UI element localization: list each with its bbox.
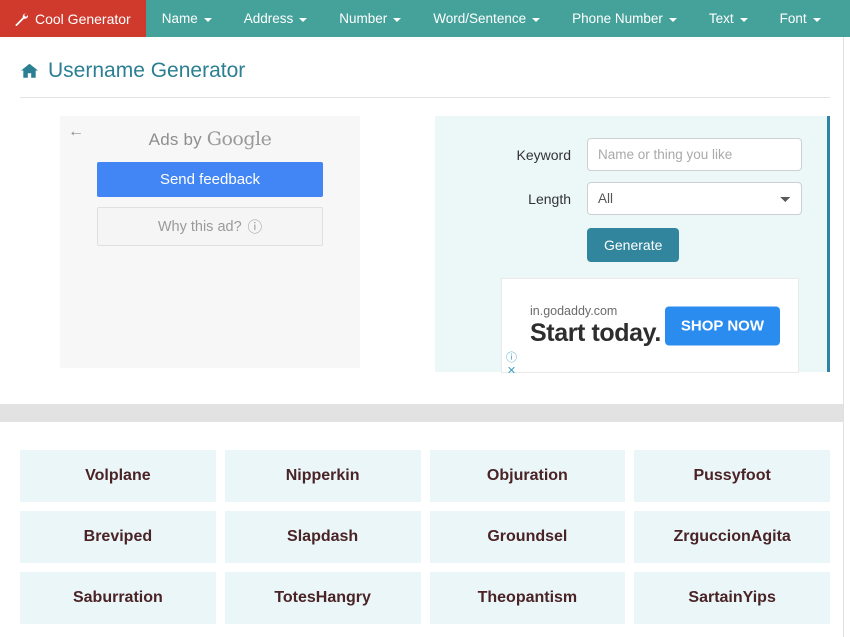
godaddy-ad-text: in.godaddy.com Start today. (502, 304, 661, 348)
section-divider-band (0, 404, 850, 422)
nav-item-text[interactable]: Text (693, 0, 764, 37)
brand-label: Cool Generator (35, 11, 131, 27)
godaddy-ad-controls: ⓘ ✕ (506, 352, 517, 377)
generate-button-row: Generate (457, 228, 805, 262)
result-item[interactable]: Slapdash (225, 511, 421, 563)
length-label: Length (457, 191, 587, 207)
nav-item-label: Phone Number (572, 11, 663, 26)
chevron-down-icon (204, 18, 212, 22)
google-ad-panel: ← Ads by Google Send feedback Why this a… (60, 116, 360, 368)
keyword-input[interactable] (587, 138, 802, 171)
page-title: Username Generator (20, 59, 830, 97)
page-title-text: Username Generator (48, 59, 245, 83)
nav-item-label: Font (780, 11, 807, 26)
result-item[interactable]: Groundsel (430, 511, 626, 563)
nav-item-label: Address (244, 11, 294, 26)
length-form-group: Length All (457, 182, 805, 215)
content-row: ← Ads by Google Send feedback Why this a… (0, 98, 850, 372)
godaddy-ad-headline: Start today. (530, 319, 661, 348)
chevron-down-icon (393, 18, 401, 22)
why-this-ad-label: Why this ad? (158, 219, 242, 235)
ads-by-google-label: Ads by Google (60, 116, 360, 150)
wrench-icon (14, 12, 28, 26)
result-item[interactable]: Volplane (20, 450, 216, 502)
result-item[interactable]: ZrguccionAgita (634, 511, 830, 563)
nav-item-name[interactable]: Name (146, 0, 228, 37)
send-feedback-button[interactable]: Send feedback (97, 162, 323, 197)
keyword-label: Keyword (457, 147, 587, 163)
nav-item-label: Text (709, 11, 734, 26)
nav-item-label: Number (339, 11, 387, 26)
result-item[interactable]: TotesHangry (225, 572, 421, 624)
generator-form-panel: Keyword Length All Generate in.godaddy.c… (435, 116, 830, 372)
shop-now-button[interactable]: SHOP NOW (665, 306, 780, 345)
ad-close-icon[interactable]: ✕ (507, 365, 516, 377)
form-spacer (457, 228, 587, 262)
why-this-ad-button[interactable]: Why this ad? ⓘ (97, 207, 323, 246)
result-item[interactable]: Breviped (20, 511, 216, 563)
result-item[interactable]: Theopantism (430, 572, 626, 624)
ad-back-arrow-icon[interactable]: ← (68, 124, 84, 140)
main-navbar: Cool Generator Name Address Number Word/… (0, 0, 850, 37)
results-row: Saburration TotesHangry Theopantism Sart… (20, 572, 830, 624)
nav-item-word-sentence[interactable]: Word/Sentence (417, 0, 556, 37)
result-item[interactable]: Saburration (20, 572, 216, 624)
chevron-down-icon (532, 18, 540, 22)
google-wordmark: Google (207, 128, 272, 150)
keyword-form-group: Keyword (457, 138, 805, 171)
ad-info-icon[interactable]: ⓘ (506, 352, 517, 364)
result-item[interactable]: Pussyfoot (634, 450, 830, 502)
brand-cool-generator[interactable]: Cool Generator (0, 0, 146, 37)
generate-button[interactable]: Generate (587, 228, 679, 262)
results-row: Volplane Nipperkin Objuration Pussyfoot (20, 450, 830, 502)
nav-item-address[interactable]: Address (228, 0, 324, 37)
ads-by-prefix: Ads by (149, 130, 207, 149)
nav-item-label: Name (162, 11, 198, 26)
nav-item-label: Word/Sentence (433, 11, 526, 26)
godaddy-ad[interactable]: in.godaddy.com Start today. SHOP NOW ⓘ ✕ (501, 278, 799, 373)
info-icon: ⓘ (248, 216, 263, 237)
godaddy-ad-domain: in.godaddy.com (530, 304, 661, 318)
results-row: Breviped Slapdash Groundsel ZrguccionAgi… (20, 511, 830, 563)
results-grid: Volplane Nipperkin Objuration Pussyfoot … (0, 422, 850, 624)
result-item[interactable]: SartainYips (634, 572, 830, 624)
page-header: Username Generator (0, 37, 850, 98)
nav-item-phone-number[interactable]: Phone Number (556, 0, 693, 37)
result-item[interactable]: Objuration (430, 450, 626, 502)
nav-item-number[interactable]: Number (323, 0, 417, 37)
length-select[interactable]: All (587, 182, 802, 215)
nav-item-font[interactable]: Font (764, 0, 837, 37)
chevron-down-icon (740, 18, 748, 22)
result-item[interactable]: Nipperkin (225, 450, 421, 502)
chevron-down-icon (299, 18, 307, 22)
chevron-down-icon (669, 18, 677, 22)
chevron-down-icon (813, 18, 821, 22)
home-icon (20, 62, 39, 80)
nav-item-list: Name Address Number Word/Sentence Phone … (146, 0, 837, 37)
